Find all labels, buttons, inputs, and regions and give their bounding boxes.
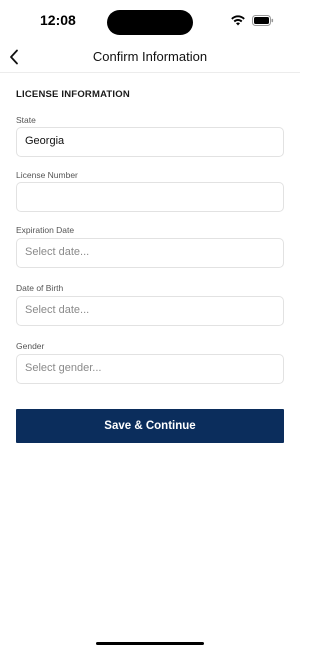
page-title: Confirm Information [92, 49, 208, 64]
gender-placeholder: Select gender... [25, 362, 102, 374]
expiration-date-field[interactable]: Select date... [16, 238, 284, 268]
license-form: LICENSE INFORMATION State Georgia Licens… [16, 72, 284, 443]
gender-label: Gender [16, 341, 45, 351]
status-time: 12:08 [40, 12, 76, 28]
gender-field[interactable]: Select gender... [16, 354, 284, 384]
battery-icon [252, 15, 274, 26]
license-number-field[interactable] [16, 182, 284, 212]
license-number-label: License Number [16, 170, 78, 180]
state-value: Georgia [25, 135, 65, 147]
expiration-date-label: Expiration Date [16, 225, 75, 235]
state-label: State [16, 115, 36, 125]
state-field[interactable]: Georgia [16, 127, 284, 157]
date-of-birth-label: Date of Birth [16, 283, 64, 293]
home-indicator [96, 642, 204, 645]
date-of-birth-placeholder: Select date... [25, 304, 90, 316]
navigation-bar: Confirm Information [0, 42, 300, 73]
expiration-date-placeholder: Select date... [25, 246, 90, 258]
save-and-continue-button[interactable]: Save & Continue [16, 409, 284, 443]
status-bar: 12:08 [0, 0, 300, 42]
confirm-information-screen: 12:08 Confirm Information LICENSE INFORM… [0, 0, 300, 652]
dynamic-island [107, 10, 193, 35]
date-of-birth-field[interactable]: Select date... [16, 296, 284, 326]
wifi-icon [231, 15, 245, 26]
section-title: LICENSE INFORMATION [16, 89, 130, 100]
